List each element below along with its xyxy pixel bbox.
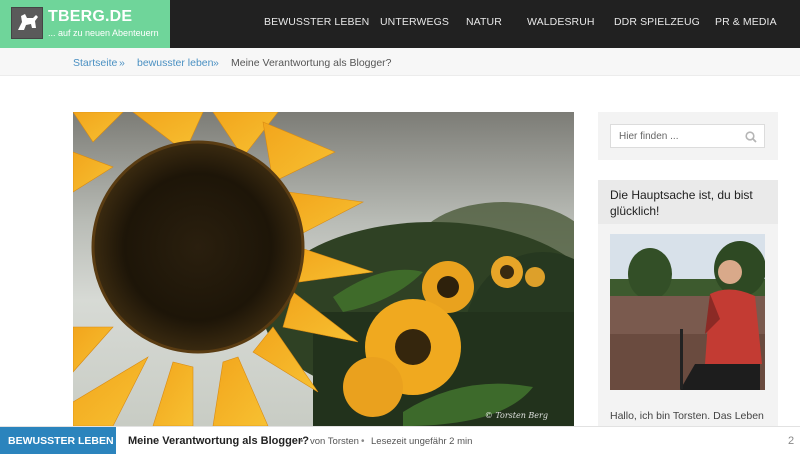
- breadcrumb-home-link[interactable]: Startseite: [73, 57, 117, 69]
- post-title[interactable]: Meine Verantwortung als Blogger?: [128, 435, 309, 447]
- author-photo: [610, 234, 765, 390]
- post-counter: 2: [788, 435, 795, 447]
- widget-title: Die Hauptsache ist, du bist glücklich!: [610, 188, 753, 218]
- sticky-post-bar: BEWUSSTER LEBEN Meine Verantwortung als …: [0, 426, 800, 454]
- nav-item-pr-media[interactable]: PR & MEDIA: [715, 16, 777, 28]
- dog-logo-icon: [11, 7, 43, 39]
- reading-time: Lesezeit ungefähr 2 min: [371, 436, 473, 447]
- search-input[interactable]: [610, 124, 765, 148]
- meta-separator: •: [361, 436, 365, 447]
- site-brand[interactable]: TBERG.DE ... auf zu neuen Abenteuern: [0, 0, 170, 48]
- site-tagline: ... auf zu neuen Abenteuern: [48, 28, 159, 38]
- meta-separator: •: [300, 436, 304, 447]
- breadcrumb-separator: »: [213, 57, 219, 69]
- site-header: TBERG.DE ... auf zu neuen Abenteuern BEW…: [0, 0, 800, 48]
- nav-item-unterwegs[interactable]: UNTERWEGS: [380, 16, 449, 28]
- nav-item-natur[interactable]: NATUR: [466, 16, 502, 28]
- category-badge[interactable]: BEWUSSTER LEBEN: [0, 427, 116, 454]
- breadcrumb: Startseite » bewusster leben » Meine Ver…: [0, 48, 800, 76]
- post-author: von Torsten: [310, 436, 359, 447]
- breadcrumb-current: Meine Verantwortung als Blogger?: [231, 57, 392, 69]
- search-icon[interactable]: [745, 130, 757, 143]
- site-title: TBERG.DE: [48, 8, 133, 25]
- nav-item-waldesruh[interactable]: WALDESRUH: [527, 16, 595, 28]
- widget-intro-text: Hallo, ich bin Torsten. Das Leben: [610, 410, 764, 422]
- nav-item-bewusster-leben[interactable]: BEWUSSTER LEBEN: [264, 16, 369, 28]
- nav-item-ddr-spielzeug[interactable]: DDR SPIELZEUG: [614, 16, 700, 28]
- main-nav: BEWUSSTER LEBEN UNTERWEGS NATUR WALDESRU…: [170, 0, 800, 48]
- breadcrumb-category-link[interactable]: bewusster leben: [137, 57, 213, 69]
- image-credit: © Torsten Berg: [484, 411, 548, 420]
- category-badge-label: BEWUSSTER LEBEN: [8, 435, 114, 447]
- breadcrumb-separator: »: [119, 57, 125, 69]
- featured-image: © Torsten Berg: [73, 112, 574, 426]
